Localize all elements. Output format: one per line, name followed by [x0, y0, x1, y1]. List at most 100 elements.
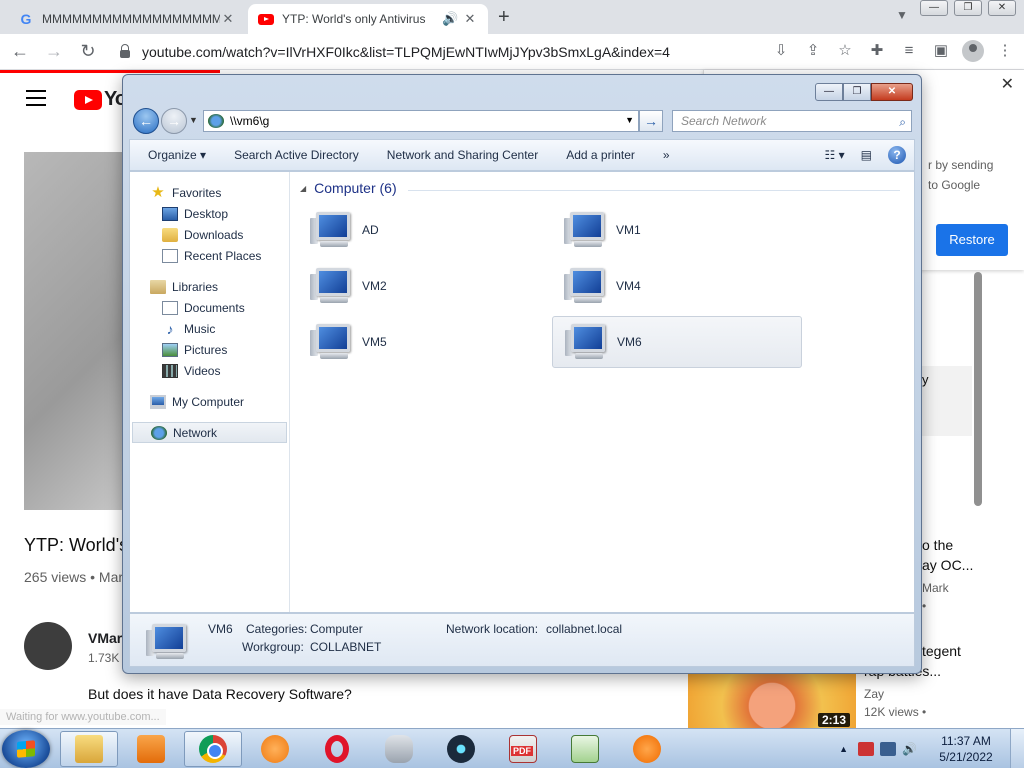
recommendation-title[interactable]: tegent [922, 643, 961, 659]
address-bar[interactable]: youtube.com/watch?v=IlVrHXF0Ikc&list=TLP… [110, 38, 850, 66]
media-controls-icon[interactable]: ≡ [898, 40, 920, 62]
nav-item-music[interactable]: ♪ Music [130, 318, 289, 339]
chrome-icon [199, 735, 227, 763]
network-computer-icon [564, 210, 608, 250]
nav-item-network[interactable]: Network [132, 422, 287, 443]
search-network-input[interactable]: Search Network ⌕ [672, 110, 912, 132]
collapse-triangle-icon[interactable]: ◢ [300, 184, 306, 193]
bookmark-star-icon[interactable]: ☆ [834, 40, 856, 62]
computer-item-vm4[interactable]: VM4 [552, 260, 802, 312]
url-text: youtube.com/watch?v=IlVrHXF0Ikc&list=TLP… [142, 44, 670, 60]
computer-item-vm1[interactable]: VM1 [552, 204, 802, 256]
taskbar-chart-app[interactable] [556, 731, 614, 767]
forward-arrow-icon[interactable]: → [40, 41, 68, 62]
lock-icon [120, 44, 130, 58]
channel-avatar[interactable] [24, 622, 72, 670]
reload-icon[interactable]: ↻ [74, 41, 102, 62]
go-arrow-button[interactable]: → [639, 110, 663, 132]
clock[interactable]: 11:37 AM 5/21/2022 [926, 733, 1006, 765]
tab-close-icon[interactable]: ✕ [462, 11, 478, 27]
nav-item-my-computer[interactable]: My Computer [130, 391, 289, 412]
recommendations-scrollbar[interactable] [974, 272, 982, 506]
help-icon[interactable]: ? [888, 146, 906, 164]
extensions-puzzle-icon[interactable]: ✚ [866, 40, 888, 62]
nav-item-pictures[interactable]: Pictures [130, 339, 289, 360]
search-icon[interactable]: ⌕ [899, 112, 906, 132]
search-active-directory-button[interactable]: Search Active Directory [220, 148, 373, 162]
tab-google[interactable]: G MMMMMMMMMMMMMMMMMM ✕ [8, 4, 246, 34]
clock-time: 11:37 AM [941, 734, 991, 748]
network-computer-icon [310, 266, 354, 306]
nav-item-recent-places[interactable]: Recent Places [130, 245, 289, 266]
start-button[interactable] [2, 730, 50, 768]
recent-pages-chevron-icon[interactable]: ▼ [189, 115, 198, 125]
install-icon[interactable]: ⇩ [770, 40, 792, 62]
computer-item-ad[interactable]: AD [298, 204, 548, 256]
taskbar-chrome[interactable] [184, 731, 242, 767]
star-icon: ★ [151, 183, 165, 201]
computer-item-vm2[interactable]: VM2 [298, 260, 548, 312]
network-sharing-center-button[interactable]: Network and Sharing Center [373, 148, 552, 162]
tab-youtube[interactable]: YTP: World's only Antivirus 🔊 ✕ [248, 4, 488, 34]
recommendation-title[interactable]: y [922, 372, 929, 387]
change-view-icon[interactable]: ☷ ▾ [825, 148, 845, 162]
network-tray-icon[interactable] [880, 742, 896, 756]
close-icon[interactable]: ✕ [1001, 74, 1014, 94]
explorer-forward-button[interactable]: → [161, 108, 187, 134]
restore-button[interactable]: Restore [936, 224, 1008, 256]
nav-item-desktop[interactable]: Desktop [130, 203, 289, 224]
volume-icon[interactable]: 🔊 [902, 742, 918, 756]
group-header[interactable]: ◢ Computer (6) [300, 180, 397, 196]
explorer-address-bar[interactable]: \\vm6\g ▼ [203, 110, 639, 132]
minimize-button[interactable]: — [920, 0, 948, 16]
action-center-flag-icon[interactable] [858, 742, 874, 756]
show-hidden-icons-icon[interactable]: ▲ [839, 744, 848, 754]
more-commands-button[interactable]: » [649, 148, 684, 162]
computer-item-vm6[interactable]: VM6 [552, 316, 802, 368]
computer-name: VM6 [617, 335, 642, 349]
kebab-menu-icon[interactable]: ⋮ [994, 40, 1016, 62]
new-tab-button[interactable]: + [498, 6, 510, 29]
nav-item-documents[interactable]: Documents [130, 297, 289, 318]
recommendation-title[interactable]: o the [922, 537, 953, 553]
tab-search-chevron-icon[interactable]: ▼ [896, 8, 908, 22]
youtube-logo[interactable]: Yo [72, 88, 127, 111]
taskbar-uc-browser[interactable] [246, 731, 304, 767]
back-arrow-icon[interactable]: ← [6, 41, 34, 62]
nav-item-favorites[interactable]: ★ Favorites [130, 182, 289, 203]
nav-item-videos[interactable]: Videos [130, 360, 289, 381]
recommendation-title[interactable]: ay OC... [922, 557, 973, 573]
address-dropdown-icon[interactable]: ▼ [625, 115, 634, 125]
video-player[interactable] [24, 152, 134, 510]
show-desktop-button[interactable] [1010, 729, 1024, 768]
organize-button[interactable]: Organize ▾ [130, 148, 220, 162]
taskbar-game[interactable] [370, 731, 428, 767]
nav-item-libraries[interactable]: Libraries [130, 276, 289, 297]
recent-places-icon [162, 248, 178, 263]
share-icon[interactable]: ⇪ [802, 40, 824, 62]
youtube-icon [258, 11, 274, 27]
taskbar-pdf[interactable] [494, 731, 552, 767]
taskbar-media-player[interactable] [122, 731, 180, 767]
nav-item-downloads[interactable]: Downloads [130, 224, 289, 245]
explorer-maximize-button[interactable]: ❐ [843, 83, 871, 101]
tab-close-icon[interactable]: ✕ [220, 11, 236, 27]
explorer-minimize-button[interactable]: — [815, 83, 843, 101]
speaker-icon[interactable]: 🔊 [442, 11, 458, 27]
channel-name[interactable]: VMar [88, 630, 122, 646]
profile-avatar[interactable] [962, 40, 984, 62]
explorer-back-button[interactable]: ← [133, 108, 159, 134]
hamburger-menu-icon[interactable] [26, 90, 46, 111]
taskbar-opera[interactable] [308, 731, 366, 767]
taskbar-atom[interactable] [432, 731, 490, 767]
close-button[interactable]: ✕ [988, 0, 1016, 16]
explorer-close-button[interactable]: ✕ [871, 83, 913, 101]
taskbar-avast[interactable] [618, 731, 676, 767]
maximize-button[interactable]: ❐ [954, 0, 982, 16]
network-computer-icon [564, 266, 608, 306]
side-panel-icon[interactable]: ▣ [930, 40, 952, 62]
taskbar-explorer[interactable] [60, 731, 118, 767]
add-printer-button[interactable]: Add a printer [552, 148, 649, 162]
computer-item-vm5[interactable]: VM5 [298, 316, 548, 368]
preview-pane-icon[interactable]: ▤ [861, 148, 872, 162]
